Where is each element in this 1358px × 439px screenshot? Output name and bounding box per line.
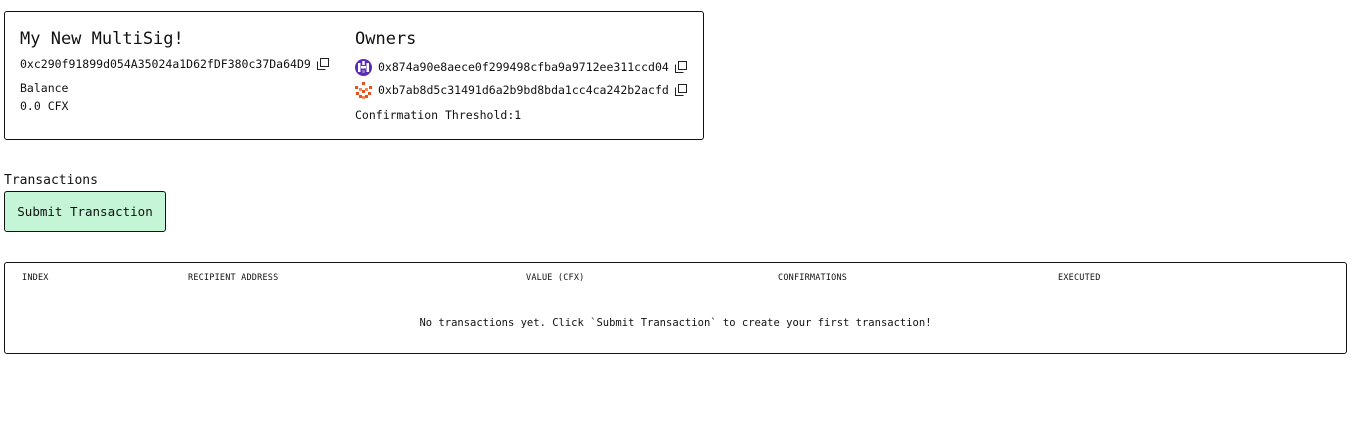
balance-value: 0.0 CFX	[20, 99, 69, 113]
copy-icon[interactable]	[674, 84, 687, 96]
transactions-table: INDEX RECIPIENT ADDRESS VALUE (CFX) CONF…	[4, 262, 1347, 354]
wallet-address: 0xc290f91899d054A35024a1D62fDF380c37Da64…	[20, 57, 311, 71]
owners-title: Owners	[355, 29, 417, 49]
confirmation-threshold: Confirmation Threshold:1	[355, 108, 522, 122]
identicon-orange-icon	[355, 81, 372, 99]
column-header-value: VALUE (CFX)	[526, 273, 585, 283]
wallet-name: My New MultiSig!	[20, 29, 184, 49]
column-header-recipient-address: RECIPIENT ADDRESS	[188, 273, 279, 283]
owner-row: 0xb7ab8d5c31491d6a2b9bd8bda1cc4ca242b2ac…	[355, 80, 700, 100]
copy-icon[interactable]	[674, 61, 687, 73]
submit-transaction-button[interactable]: Submit Transaction	[4, 191, 166, 232]
wallet-info: My New MultiSig! 0xc290f91899d054A35024a…	[20, 28, 340, 113]
balance-label: Balance	[20, 81, 69, 95]
column-header-confirmations: CONFIRMATIONS	[778, 273, 848, 283]
wallet-address-row: 0xc290f91899d054A35024a1D62fDF380c37Da64…	[20, 57, 340, 71]
owner-row: 0x874a90e8aece0f299498cfba9a9712ee311ccd…	[355, 57, 700, 77]
wallet-card: My New MultiSig! 0xc290f91899d054A35024a…	[4, 11, 704, 140]
column-header-index: INDEX	[22, 273, 49, 283]
empty-state-message: No transactions yet. Click `Submit Trans…	[419, 317, 932, 329]
page: My New MultiSig! 0xc290f91899d054A35024a…	[0, 0, 1358, 439]
transactions-heading: Transactions	[4, 173, 98, 188]
owners-section: Owners 0x874a90e8aece0f299498cfba9a9712e…	[355, 28, 700, 122]
identicon-purple-icon	[355, 58, 372, 76]
column-header-executed: EXECUTED	[1058, 273, 1101, 283]
owner-address: 0xb7ab8d5c31491d6a2b9bd8bda1cc4ca242b2ac…	[378, 83, 669, 97]
owner-address: 0x874a90e8aece0f299498cfba9a9712ee311ccd…	[378, 60, 669, 74]
copy-icon[interactable]	[316, 58, 329, 70]
